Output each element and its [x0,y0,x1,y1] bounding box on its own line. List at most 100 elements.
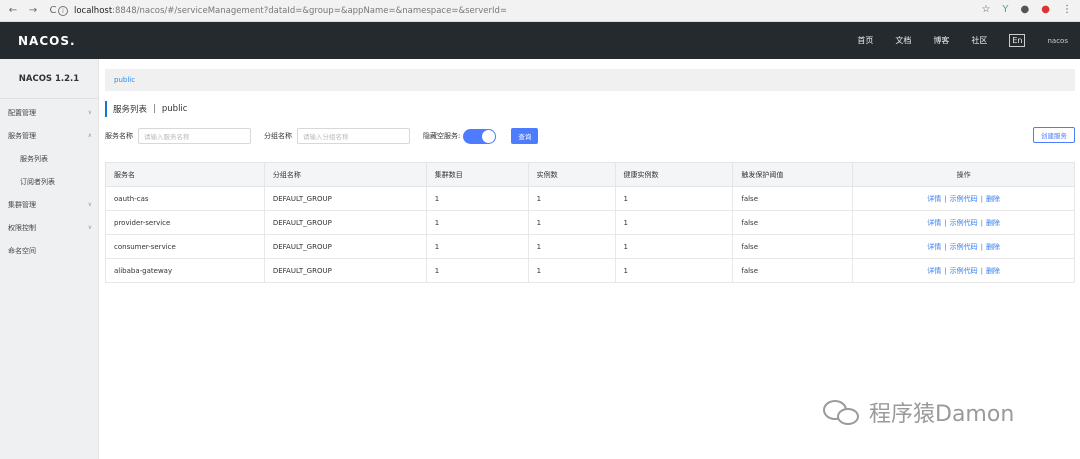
col-header-service-name[interactable]: 服务名 [105,162,265,187]
group-name-input[interactable]: 请输入分组名称 [297,128,410,144]
op-sep: | [980,194,983,203]
user-name[interactable]: nacos [1047,37,1068,45]
info-icon[interactable]: i [58,6,68,16]
op-sep: | [944,266,947,275]
cell-clusters: 1 [425,234,529,259]
col-header-instances[interactable]: 实例数 [527,162,616,187]
watermark: 程序猿Damon [823,396,1014,428]
service-name-label: 服务名称 [105,132,133,140]
col-header-ops: 操作 [852,162,1075,187]
cell-ops: 详情 | 示例代码 | 删除 [852,258,1075,283]
page-title-namespace: public [161,104,188,114]
delete-link[interactable]: 删除 [986,219,1000,227]
sidebar-item-cluster-management[interactable]: 集群管理 ∨ [0,193,98,216]
language-switch[interactable]: En [1009,34,1026,47]
chevron-down-icon: ∨ [87,224,92,231]
chevron-down-icon: ∨ [87,109,92,116]
url-host: localhost [74,6,113,16]
table-row: provider-service DEFAULT_GROUP 1 1 1 fal… [105,210,1075,235]
namespace-link[interactable]: public [114,76,135,84]
detail-link[interactable]: 详情 [927,243,941,251]
nav-home[interactable]: 首页 [857,35,873,46]
nacos-logo[interactable]: NACOS. [18,34,76,48]
cell-group: DEFAULT_GROUP [263,186,427,211]
detail-link[interactable]: 详情 [927,195,941,203]
sidebar-item-label: 配置管理 [8,108,36,117]
url-path: :8848/nacos/#/serviceManagement?dataId=&… [112,6,507,16]
query-button[interactable]: 查询 [511,128,539,144]
detail-link[interactable]: 详情 [927,267,941,275]
cell-healthy: 1 [614,258,734,283]
cell-group: DEFAULT_GROUP [263,234,427,259]
extension-icon[interactable]: Y [1002,4,1008,15]
cell-protect: false [732,210,854,235]
cell-service-name: alibaba-gateway [105,258,265,283]
cell-instances: 1 [527,258,616,283]
sidebar-item-label: 权限控制 [8,223,36,232]
browser-toolbar: ← → C i localhost:8848/nacos/#/serviceMa… [0,0,1080,22]
cell-instances: 1 [527,234,616,259]
table-row: alibaba-gateway DEFAULT_GROUP 1 1 1 fals… [105,258,1075,283]
address-bar[interactable]: i localhost:8848/nacos/#/serviceManageme… [58,3,1048,19]
cell-clusters: 1 [425,210,529,235]
op-sep: | [980,242,983,251]
sample-code-link[interactable]: 示例代码 [950,219,978,227]
nav-community[interactable]: 社区 [971,35,987,46]
top-navbar: NACOS. 首页 文档 博客 社区 En nacos [0,22,1080,59]
group-name-label: 分组名称 [264,132,292,140]
sidebar-item-config-management[interactable]: 配置管理 ∨ [0,101,98,124]
nav-docs[interactable]: 文档 [895,35,911,46]
cell-ops: 详情 | 示例代码 | 删除 [852,210,1075,235]
col-header-protect[interactable]: 触发保护阈值 [732,162,854,187]
create-service-button[interactable]: 创建服务 [1033,127,1075,143]
op-sep: | [944,194,947,203]
sidebar-item-service-management[interactable]: 服务管理 ∧ [0,124,98,147]
delete-link[interactable]: 删除 [986,195,1000,203]
service-table: 服务名 分组名称 集群数目 实例数 健康实例数 触发保护阈值 操作 oauth-… [105,162,1075,283]
op-sep: | [980,266,983,275]
namespace-breadcrumb: public [105,69,1075,91]
version-label: NACOS 1.2.1 [0,59,98,99]
cell-protect: false [732,234,854,259]
bookmark-star-icon[interactable]: ☆ [981,4,990,15]
delete-link[interactable]: 删除 [986,267,1000,275]
wechat-icon [823,398,863,426]
sidebar-item-subscriber-list[interactable]: 订阅者列表 [0,170,98,193]
op-sep: | [980,218,983,227]
op-sep: | [944,242,947,251]
sidebar-item-label: 命名空间 [8,246,36,255]
col-header-clusters[interactable]: 集群数目 [425,162,529,187]
chevron-up-icon: ∧ [87,132,92,139]
cell-ops: 详情 | 示例代码 | 删除 [852,234,1075,259]
error-badge-icon[interactable]: ● [1041,4,1050,15]
watermark-text: 程序猿Damon [869,402,1015,427]
service-name-input[interactable]: 请输入服务名称 [138,128,251,144]
cell-group: DEFAULT_GROUP [263,258,427,283]
menu-dots-icon[interactable]: ⋮ [1062,4,1072,15]
delete-link[interactable]: 删除 [986,243,1000,251]
sample-code-link[interactable]: 示例代码 [950,267,978,275]
hide-empty-toggle[interactable] [463,128,497,144]
cell-service-name: provider-service [105,210,265,235]
hide-empty-label: 隐藏空服务: [423,132,461,140]
profile-icon[interactable]: ● [1021,4,1030,15]
cell-instances: 1 [527,186,616,211]
table-row: oauth-cas DEFAULT_GROUP 1 1 1 false 详情 | 示… [105,186,1075,211]
sidebar-item-service-list[interactable]: 服务列表 [0,147,98,170]
col-header-group[interactable]: 分组名称 [263,162,427,187]
col-header-healthy[interactable]: 健康实例数 [614,162,734,187]
detail-link[interactable]: 详情 [927,219,941,227]
cell-group: DEFAULT_GROUP [263,210,427,235]
sidebar: NACOS 1.2.1 配置管理 ∨ 服务管理 ∧ 服务列表 订阅者列表 集群管… [0,59,99,459]
sidebar-item-access-control[interactable]: 权限控制 ∨ [0,216,98,239]
forward-arrow-icon[interactable]: → [26,4,40,18]
cell-clusters: 1 [425,258,529,283]
sample-code-link[interactable]: 示例代码 [950,243,978,251]
sidebar-item-namespace[interactable]: 命名空间 [0,239,98,262]
back-arrow-icon[interactable]: ← [6,4,20,18]
nav-blog[interactable]: 博客 [933,35,949,46]
cell-clusters: 1 [425,186,529,211]
table-row: consumer-service DEFAULT_GROUP 1 1 1 fal… [105,234,1075,259]
sample-code-link[interactable]: 示例代码 [950,195,978,203]
cell-instances: 1 [527,210,616,235]
